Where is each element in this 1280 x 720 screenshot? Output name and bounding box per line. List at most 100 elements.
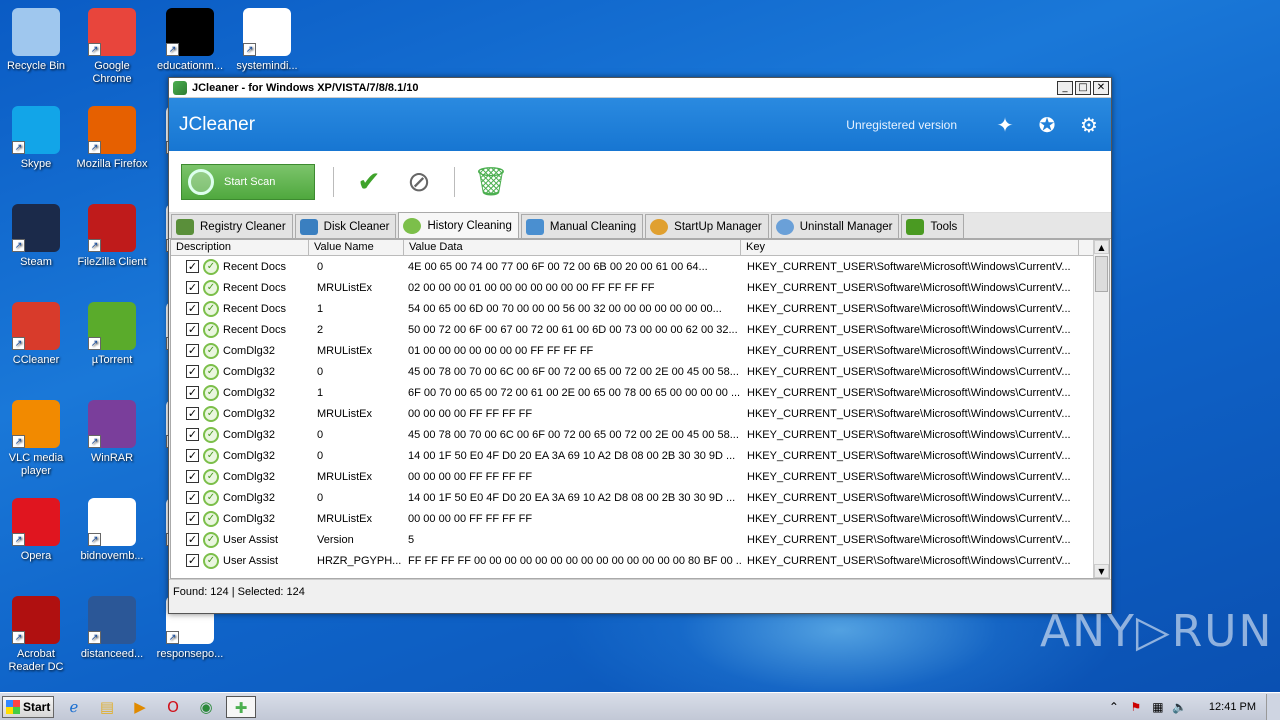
column-header-key[interactable]: Key (741, 240, 1079, 255)
desktop-icon-ccleaner[interactable]: ↗ CCleaner (0, 302, 74, 367)
column-header-value-data[interactable]: Value Data (404, 240, 741, 255)
volume-icon[interactable]: 🔈 (1171, 700, 1189, 714)
row-checkbox[interactable]: ✓ (186, 344, 199, 357)
row-checkbox[interactable]: ✓ (186, 302, 199, 315)
settings-gear-icon[interactable]: ⚙ (1077, 113, 1101, 137)
table-row[interactable]: ✓ ✓ Recent Docs 0 4E 00 65 00 74 00 77 00 6F… (171, 256, 1109, 277)
table-row[interactable]: ✓ ✓ User Assist HRZR_PGYPH... FF FF FF FF 00… (171, 550, 1109, 571)
vertical-scrollbar[interactable]: ▲ ▼ (1093, 240, 1109, 578)
row-checkbox[interactable]: ✓ (186, 386, 199, 399)
desktop-icon-systemindi[interactable]: ↗ systemindi... (229, 8, 305, 73)
media-player-icon[interactable]: ▶ (127, 696, 153, 718)
desktop-icon-google-chrome[interactable]: ↗ Google Chrome (74, 8, 150, 86)
value-name-cell: MRUListEx (317, 470, 373, 483)
desktop-icon-opera[interactable]: ↗ Opera (0, 498, 74, 563)
desktop-icon-educationm[interactable]: ↗ educationm... (152, 8, 228, 73)
shortcut-arrow-icon: ↗ (12, 631, 25, 644)
row-checkbox[interactable]: ✓ (186, 533, 199, 546)
tab-uninstall-manager[interactable]: Uninstall Manager (770, 214, 900, 238)
value-data-cell: 00 00 00 00 FF FF FF FF (408, 470, 533, 483)
row-checkbox[interactable]: ✓ (186, 512, 199, 525)
tab-history-cleaning[interactable]: History Cleaning (398, 212, 519, 238)
maximize-button[interactable]: □ (1075, 80, 1091, 95)
value-data-cell: 54 00 65 00 6D 00 70 00 00 00 56 00 32 0… (408, 302, 722, 315)
title-bar[interactable]: JCleaner - for Windows XP/VISTA/7/8/8.1/… (169, 78, 1111, 98)
row-checkbox[interactable]: ✓ (186, 407, 199, 420)
row-checkbox[interactable]: ✓ (186, 428, 199, 441)
column-header-description[interactable]: Description (171, 240, 309, 255)
desktop-icon-recycle-bin[interactable]: Recycle Bin (0, 8, 74, 73)
file-icon: ↗ (166, 8, 214, 56)
magic-wand-icon[interactable]: ✦ (993, 113, 1017, 137)
start-button[interactable]: Start (2, 695, 54, 718)
cancel-icon[interactable]: ⊘ (402, 165, 436, 199)
jcleaner-task-icon[interactable]: ✚ (226, 695, 256, 718)
table-row[interactable]: ✓ ✓ ComDlg32 0 14 00 1F 50 E0 4F D0 20 EA 3A… (171, 487, 1109, 508)
unregistered-label[interactable]: Unregistered version (846, 118, 957, 132)
tab-manual-cleaning[interactable]: Manual Cleaning (520, 214, 644, 238)
table-row[interactable]: ✓ ✓ ComDlg32 0 45 00 78 00 70 00 6C 00 6F 00… (171, 361, 1109, 382)
watermark: ANY▷RUN (1040, 606, 1274, 657)
minimize-button[interactable]: _ (1057, 80, 1073, 95)
help-lifebuoy-icon[interactable]: ✪ (1035, 113, 1059, 137)
desktop-icon-skype[interactable]: ↗ Skype (0, 106, 74, 171)
check-all-icon[interactable]: ✔ (352, 165, 386, 199)
explorer-folder-icon[interactable]: ▤ (94, 696, 120, 718)
desktop-icon-acrobat-reader-dc[interactable]: ↗ Acrobat Reader DC (0, 596, 74, 674)
network-icon[interactable]: ▦ (1149, 700, 1167, 714)
show-hidden-icons-icon[interactable]: ⌃ (1105, 700, 1123, 714)
table-row[interactable]: ✓ ✓ Recent Docs MRUListEx 02 00 00 00 01 00 … (171, 277, 1109, 298)
value-name-cell: 0 (317, 365, 324, 378)
tab-registry-cleaner[interactable]: Registry Cleaner (171, 214, 293, 238)
chrome-icon[interactable]: ◉ (193, 696, 219, 718)
start-scan-button[interactable]: Start Scan (181, 163, 315, 200)
tab-tools[interactable]: Tools (901, 214, 965, 238)
desktop-icon-label: FileZilla Client (77, 256, 147, 268)
table-row[interactable]: ✓ ✓ ComDlg32 1 6F 00 70 00 65 00 72 00 61 00… (171, 382, 1109, 403)
shortcut-arrow-icon: ↗ (12, 435, 25, 448)
desktop-icon-bidnovemb[interactable]: ↗ bidnovemb... (74, 498, 150, 563)
row-checkbox[interactable]: ✓ (186, 554, 199, 567)
table-row[interactable]: ✓ ✓ ComDlg32 MRUListEx 01 00 00 00 00 00 00 … (171, 340, 1109, 361)
scroll-up-arrow[interactable]: ▲ (1094, 240, 1109, 254)
tab-disk-cleaner[interactable]: Disk Cleaner (294, 214, 397, 238)
table-row[interactable]: ✓ ✓ ComDlg32 MRUListEx 00 00 00 00 FF FF FF … (171, 403, 1109, 424)
desktop-icon-label: Recycle Bin (6, 60, 66, 72)
table-row[interactable]: ✓ ✓ Recent Docs 2 50 00 72 00 6F 00 67 00 72… (171, 319, 1109, 340)
registry-icon (176, 218, 194, 235)
table-row[interactable]: ✓ ✓ ComDlg32 MRUListEx 00 00 00 00 FF FF FF … (171, 508, 1109, 529)
clock[interactable]: 12:41 PM (1209, 701, 1256, 713)
row-checkbox[interactable]: ✓ (186, 281, 199, 294)
action-center-flag-icon[interactable]: ⚑ (1127, 700, 1145, 714)
desktop-icon-winrar[interactable]: ↗ WinRAR (74, 400, 150, 465)
table-row[interactable]: ✓ ✓ User Assist Version 5 HKEY_CURRENT_USER\S… (171, 529, 1109, 550)
desktop-icon-mozilla-firefox[interactable]: ↗ Mozilla Firefox (74, 106, 150, 171)
row-checkbox[interactable]: ✓ (186, 365, 199, 378)
table-row[interactable]: ✓ ✓ Recent Docs 1 54 00 65 00 6D 00 70 00 00… (171, 298, 1109, 319)
key-cell: HKEY_CURRENT_USER\Software\Microsoft\Win… (747, 491, 1071, 504)
row-checkbox[interactable]: ✓ (186, 449, 199, 462)
opera-icon[interactable]: O (160, 696, 186, 718)
row-checkbox[interactable]: ✓ (186, 323, 199, 336)
ie-icon[interactable]: ℯ (61, 696, 87, 718)
scroll-down-arrow[interactable]: ▼ (1094, 564, 1109, 578)
row-checkbox[interactable]: ✓ (186, 470, 199, 483)
desktop-icon--torrent[interactable]: ↗ µTorrent (74, 302, 150, 367)
desktop-icon-steam[interactable]: ↗ Steam (0, 204, 74, 269)
column-header-value-name[interactable]: Value Name (309, 240, 404, 255)
table-row[interactable]: ✓ ✓ ComDlg32 0 14 00 1F 50 E0 4F D0 20 EA 3A… (171, 445, 1109, 466)
table-row[interactable]: ✓ ✓ ComDlg32 0 45 00 78 00 70 00 6C 00 6F 00… (171, 424, 1109, 445)
desktop-icon-vlc-media-player[interactable]: ↗ VLC media player (0, 400, 74, 478)
close-button[interactable]: ✕ (1093, 80, 1109, 95)
row-checkbox[interactable]: ✓ (186, 491, 199, 504)
desktop-icon-distanceed[interactable]: ↗ distanceed... (74, 596, 150, 661)
desktop-icon-filezilla-client[interactable]: ↗ FileZilla Client (74, 204, 150, 269)
cell-description: ✓ ✓ ComDlg32 (171, 489, 309, 506)
row-checkbox[interactable]: ✓ (186, 260, 199, 273)
trash-icon[interactable]: 🗑 (473, 165, 509, 199)
table-row[interactable]: ✓ ✓ ComDlg32 MRUListEx 00 00 00 00 FF FF FF … (171, 466, 1109, 487)
show-desktop-button[interactable] (1266, 693, 1280, 720)
status-text: Found: 124 | Selected: 124 (173, 586, 305, 598)
scroll-thumb[interactable] (1095, 256, 1108, 292)
tab-startup-manager[interactable]: StartUp Manager (645, 214, 769, 238)
